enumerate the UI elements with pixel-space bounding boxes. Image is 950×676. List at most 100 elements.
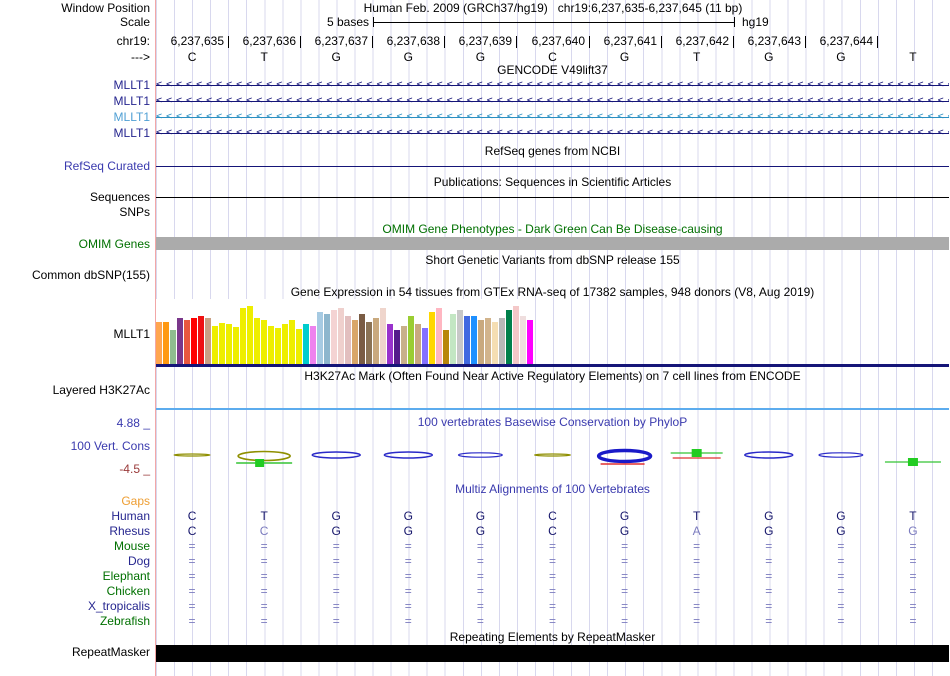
gtex-tissue-bar[interactable] xyxy=(219,323,225,364)
gtex-tissue-bar[interactable] xyxy=(464,316,470,364)
gtex-tissue-bar[interactable] xyxy=(513,306,519,364)
gtex-tissue-bar[interactable] xyxy=(310,326,316,364)
gtex-tissue-bar[interactable] xyxy=(240,308,246,364)
gtex-tissue-bar[interactable] xyxy=(289,320,295,364)
gtex-tissue-bar[interactable] xyxy=(324,314,330,364)
gtex-tissue-bar[interactable] xyxy=(233,327,239,364)
gtex-tissue-bar[interactable] xyxy=(170,330,176,364)
ruler-coordinate[interactable]: 6,237,641 xyxy=(585,35,657,48)
species-label-elephant[interactable]: Elephant xyxy=(0,570,150,583)
gtex-tissue-bar[interactable] xyxy=(268,326,274,364)
gtex-tissue-bar[interactable] xyxy=(163,322,169,364)
species-label-x_tropicalis[interactable]: X_tropicalis xyxy=(0,600,150,613)
gtex-tissue-bar[interactable] xyxy=(429,312,435,364)
species-label-dog[interactable]: Dog xyxy=(0,555,150,568)
repeatmasker-bar[interactable] xyxy=(156,645,949,662)
gtex-tissue-bar[interactable] xyxy=(527,320,533,364)
gtex-tissue-bar[interactable] xyxy=(436,308,442,364)
species-label-gaps[interactable]: Gaps xyxy=(0,495,150,508)
gtex-tissue-bar[interactable] xyxy=(471,316,477,364)
gtex-tissue-bar[interactable] xyxy=(331,310,337,364)
alignment-base: = xyxy=(765,569,773,583)
species-label-mouse[interactable]: Mouse xyxy=(0,540,150,553)
species-label-human[interactable]: Human xyxy=(0,510,150,523)
gtex-tissue-bar[interactable] xyxy=(408,316,414,364)
gtex-tissue-bar[interactable] xyxy=(247,306,253,364)
track-label-scale[interactable]: Scale xyxy=(0,16,150,29)
ruler-coordinate[interactable]: 6,237,642 xyxy=(657,35,729,48)
ruler-coordinate[interactable]: 6,237,636 xyxy=(224,35,296,48)
track-label-sequences[interactable]: Sequences xyxy=(0,191,150,204)
sequences-line[interactable] xyxy=(156,197,949,198)
gtex-tissue-bar[interactable] xyxy=(401,326,407,364)
gtex-tissue-bar[interactable] xyxy=(387,324,393,364)
gtex-tissue-bar[interactable] xyxy=(254,318,260,364)
species-label-chicken[interactable]: Chicken xyxy=(0,585,150,598)
gtex-tissue-bar[interactable] xyxy=(520,316,526,364)
track-label-mllt1[interactable]: MLLT1 xyxy=(0,328,150,341)
gtex-tissue-bar[interactable] xyxy=(226,324,232,364)
gtex-tissue-bar[interactable] xyxy=(366,322,372,364)
track-label-window-position[interactable]: Window Position xyxy=(0,2,150,15)
gtex-tissue-bar[interactable] xyxy=(317,312,323,364)
omim-genes-bar[interactable] xyxy=(156,237,949,250)
gtex-tissue-bar[interactable] xyxy=(275,328,281,364)
gtex-tissue-bar[interactable] xyxy=(415,324,421,364)
gtex-tissue-bar[interactable] xyxy=(443,330,449,364)
phylop-conservation-track[interactable] xyxy=(156,444,949,472)
ruler-coordinate[interactable]: 6,237,637 xyxy=(296,35,368,48)
track-label-100-vert-cons[interactable]: 100 Vert. Cons xyxy=(0,440,150,453)
ruler-coordinate[interactable]: 6,237,635 xyxy=(152,35,224,48)
gtex-tissue-bar[interactable] xyxy=(394,330,400,364)
refseq-curated-line[interactable] xyxy=(156,166,949,167)
gtex-tissue-bar[interactable] xyxy=(457,310,463,364)
ruler-coordinate[interactable]: 6,237,643 xyxy=(729,35,801,48)
track-label-omim-genes[interactable]: OMIM Genes xyxy=(0,238,150,251)
alignment-base: = xyxy=(621,614,629,628)
gtex-tissue-bar[interactable] xyxy=(198,316,204,364)
track-label-common-dbsnp-155-[interactable]: Common dbSNP(155) xyxy=(0,269,150,282)
gene-label-mllt1[interactable]: MLLT1 xyxy=(0,79,150,92)
gtex-tissue-bar[interactable] xyxy=(450,314,456,364)
gtex-tissue-bar[interactable] xyxy=(177,318,183,364)
track-label-snps[interactable]: SNPs xyxy=(0,206,150,219)
gtex-tissue-bar[interactable] xyxy=(478,320,484,364)
gtex-tissue-bar[interactable] xyxy=(282,324,288,364)
gtex-tissue-bar[interactable] xyxy=(191,318,197,364)
gtex-tissue-bar[interactable] xyxy=(261,320,267,364)
species-label-rhesus[interactable]: Rhesus xyxy=(0,525,150,538)
track-title: H3K27Ac Mark (Often Found Near Active Re… xyxy=(304,369,801,383)
gtex-tissue-bar[interactable] xyxy=(422,328,428,364)
gtex-tissue-bar[interactable] xyxy=(506,310,512,364)
gtex-tissue-bar[interactable] xyxy=(359,314,365,364)
gene-label-mllt1[interactable]: MLLT1 xyxy=(0,111,150,124)
gtex-tissue-bar[interactable] xyxy=(338,308,344,364)
gtex-tissue-bar[interactable] xyxy=(303,324,309,364)
track-label-layered-h3k27ac[interactable]: Layered H3K27Ac xyxy=(0,384,150,397)
ruler-coordinate[interactable]: 6,237,644 xyxy=(801,35,873,48)
species-label-zebrafish[interactable]: Zebrafish xyxy=(0,615,150,628)
track-label--[interactable]: ---> xyxy=(0,51,150,64)
gtex-tissue-bar[interactable] xyxy=(352,320,358,364)
gtex-tissue-bar[interactable] xyxy=(380,308,386,364)
track-label-refseq-curated[interactable]: RefSeq Curated xyxy=(0,160,150,173)
gtex-tissue-bar[interactable] xyxy=(373,318,379,364)
gene-label-mllt1[interactable]: MLLT1 xyxy=(0,95,150,108)
h3k27ac-signal-line[interactable] xyxy=(156,408,949,410)
track-label-chr19-[interactable]: chr19: xyxy=(0,35,150,48)
gtex-tissue-bar[interactable] xyxy=(156,322,162,364)
track-label-repeatmasker[interactable]: RepeatMasker xyxy=(0,646,150,659)
gtex-tissue-bar[interactable] xyxy=(212,326,218,364)
gtex-tissue-bar[interactable] xyxy=(184,320,190,364)
ruler-coordinate[interactable]: 6,237,638 xyxy=(368,35,440,48)
gtex-tissue-bar[interactable] xyxy=(492,322,498,364)
ruler-coordinate[interactable]: 6,237,640 xyxy=(513,35,585,48)
gtex-tissue-bar[interactable] xyxy=(296,329,302,364)
ruler-coordinate[interactable]: 6,237,639 xyxy=(440,35,512,48)
gtex-tissue-bar[interactable] xyxy=(485,318,491,364)
gene-label-mllt1[interactable]: MLLT1 xyxy=(0,127,150,140)
gtex-tissue-bar[interactable] xyxy=(499,318,505,364)
gtex-tissue-bar[interactable] xyxy=(205,318,211,364)
alignment-base: G xyxy=(764,524,774,538)
gtex-tissue-bar[interactable] xyxy=(345,316,351,364)
